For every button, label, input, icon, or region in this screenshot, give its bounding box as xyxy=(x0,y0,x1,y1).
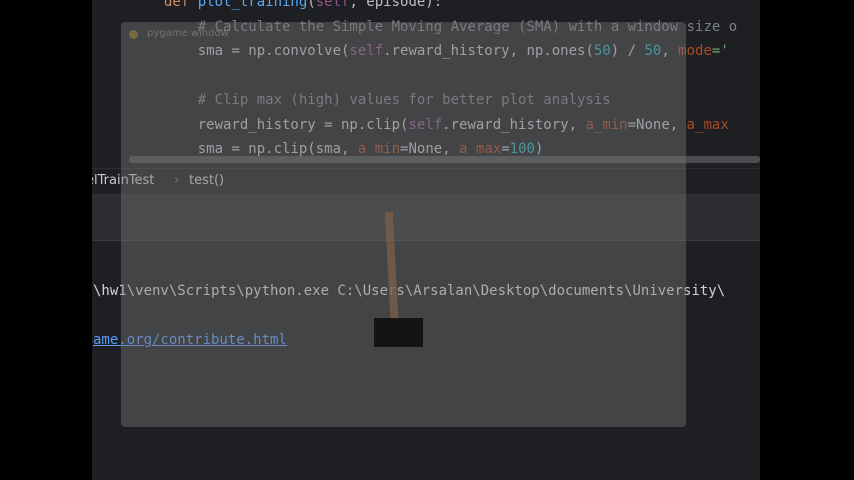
code-line[interactable]: def plot_training(self, episode): xyxy=(164,0,442,10)
code-token: ( xyxy=(307,0,316,10)
code-token: , episode): xyxy=(349,0,443,10)
code-token: plot_training xyxy=(197,0,308,10)
letterbox-right xyxy=(760,0,854,480)
code-token: def xyxy=(164,0,198,10)
cartpole-cart xyxy=(374,318,423,347)
code-token: self xyxy=(315,0,350,10)
code-token: =' xyxy=(711,43,729,59)
pygame-window-title: pygame window xyxy=(147,28,229,39)
pygame-window[interactable]: pygame window xyxy=(121,22,686,427)
pygame-icon xyxy=(129,30,138,39)
code-token: a_max xyxy=(686,117,729,133)
letterbox-left xyxy=(0,0,92,480)
